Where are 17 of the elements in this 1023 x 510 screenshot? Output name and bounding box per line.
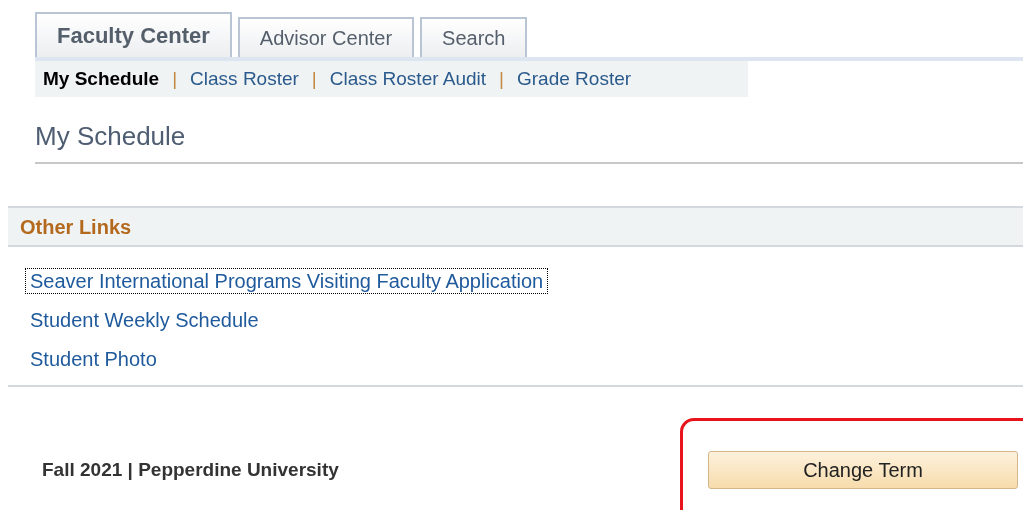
subnav-link[interactable]: My Schedule bbox=[43, 64, 160, 94]
tab[interactable]: Advisor Center bbox=[237, 17, 415, 57]
term-label: Fall 2021 | Pepperdine University bbox=[42, 457, 340, 482]
section-title: Other Links bbox=[20, 214, 132, 240]
separator: | bbox=[499, 66, 504, 91]
page-title: My Schedule bbox=[35, 121, 186, 151]
tab[interactable]: Faculty Center bbox=[35, 12, 232, 57]
link[interactable]: Student Photo bbox=[26, 347, 161, 371]
separator: | bbox=[311, 66, 317, 91]
link[interactable]: Student Weekly Schedule bbox=[26, 308, 263, 332]
change-term-button[interactable]: Change Term bbox=[708, 451, 1018, 489]
subnav-link[interactable]: Grade Roster bbox=[517, 64, 632, 94]
link[interactable]: Seaver International Programs Visiting Faculty Application bbox=[26, 269, 548, 293]
separator: | bbox=[172, 66, 178, 91]
subnav-link[interactable]: Class Roster Audit bbox=[329, 64, 487, 94]
tab[interactable]: Search bbox=[420, 17, 528, 57]
subnav-link[interactable]: Class Roster bbox=[190, 64, 299, 94]
